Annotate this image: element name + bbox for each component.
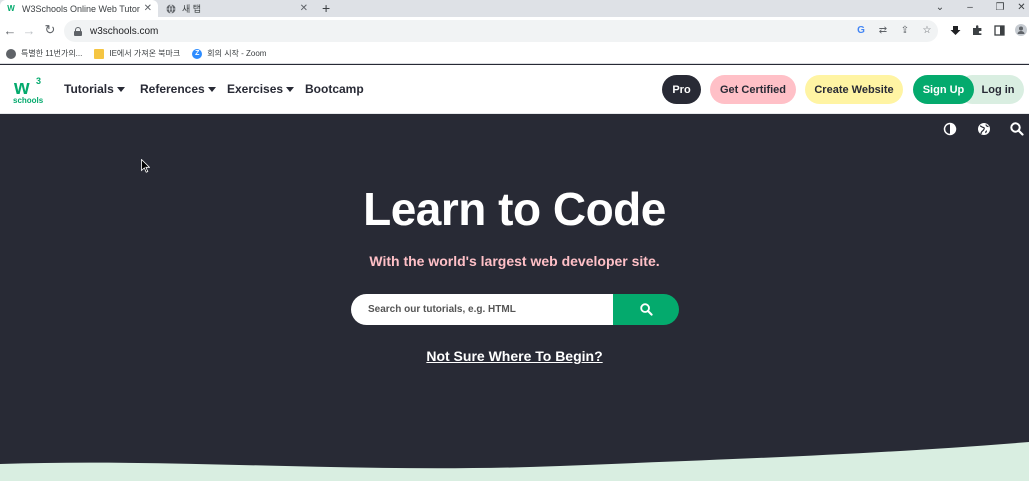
hero-title: Learn to Code bbox=[363, 183, 666, 235]
w3schools-favicon-icon: W bbox=[7, 4, 15, 13]
bookmark-item[interactable]: IE에서 가져온 북마크 bbox=[94, 48, 180, 59]
bookmark-item[interactable]: Z 회의 시작 - Zoom bbox=[192, 48, 266, 59]
search-input[interactable] bbox=[351, 294, 614, 325]
search-icon bbox=[639, 303, 653, 316]
tab-title: 새 탭 bbox=[182, 4, 202, 14]
create-website-button[interactable]: Create Website bbox=[805, 75, 903, 104]
translate-icon[interactable]: ⇄ bbox=[872, 20, 894, 40]
lock-icon bbox=[74, 26, 82, 36]
w3schools-logo[interactable]: w 3 schools bbox=[12, 73, 46, 107]
bookmark-label: 회의 시작 - Zoom bbox=[207, 49, 267, 58]
bookmark-item[interactable]: 특별한 11번가의... bbox=[6, 48, 82, 59]
minimize-button[interactable]: – bbox=[960, 0, 980, 17]
bookmarks-bar: 특별한 11번가의... IE에서 가져온 북마크 Z 회의 시작 - Zoom bbox=[0, 44, 1029, 64]
forward-arrow-icon[interactable]: → bbox=[20, 20, 38, 40]
caret-down-icon bbox=[286, 86, 295, 92]
hero-subtitle: With the world's largest web developer s… bbox=[369, 253, 660, 269]
address-bar[interactable]: w3schools.com bbox=[64, 20, 938, 42]
tutorial-search bbox=[351, 294, 679, 325]
share-icon[interactable]: ⇪ bbox=[894, 20, 916, 40]
nav-tutorials-label: Tutorials bbox=[64, 82, 114, 96]
close-tab-icon[interactable]: ✕ bbox=[300, 3, 308, 14]
restore-button[interactable]: ❐ bbox=[990, 0, 1010, 17]
mouse-cursor-icon bbox=[141, 159, 150, 173]
new-tab-button[interactable]: + bbox=[322, 0, 330, 17]
tab-w3schools[interactable]: W W3Schools Online Web Tutorial ✕ bbox=[0, 0, 158, 17]
not-sure-link-text: Not Sure Where To Begin? bbox=[426, 348, 603, 364]
nav-tutorials[interactable]: Tutorials bbox=[64, 82, 125, 96]
get-certified-button[interactable]: Get Certified bbox=[710, 75, 796, 104]
folder-icon bbox=[94, 48, 105, 59]
nav-exercises-label: Exercises bbox=[227, 82, 284, 96]
site-top-nav: w 3 schools Tutorials References Exercis… bbox=[0, 65, 1029, 114]
not-sure-where-to-begin-link[interactable]: Not Sure Where To Begin? bbox=[0, 348, 1029, 364]
tab-search-icon[interactable]: ⌄ bbox=[930, 0, 950, 17]
search-icon[interactable] bbox=[1010, 122, 1024, 136]
bookmark-label: 특별한 11번가의... bbox=[21, 49, 83, 58]
extensions-icon[interactable] bbox=[966, 20, 988, 40]
nav-references-label: References bbox=[140, 82, 205, 96]
close-tab-icon[interactable]: ✕ bbox=[144, 3, 152, 14]
url-text: w3schools.com bbox=[90, 25, 159, 37]
hero-section: Learn to Code With the world's largest w… bbox=[0, 114, 1029, 481]
hero-wave-divider bbox=[0, 442, 1029, 481]
pro-button[interactable]: Pro bbox=[662, 75, 701, 104]
browser-tab-strip: W W3Schools Online Web Tutorial ✕ 새 탭 ✕ … bbox=[0, 0, 1029, 17]
side-panel-icon[interactable] bbox=[988, 20, 1010, 40]
download-icon[interactable] bbox=[944, 20, 966, 40]
caret-down-icon bbox=[116, 86, 125, 92]
nav-bootcamp-label: Bootcamp bbox=[305, 82, 364, 96]
sign-up-button[interactable]: Sign Up bbox=[913, 75, 974, 104]
globe-icon bbox=[6, 48, 16, 59]
svg-text:schools: schools bbox=[13, 96, 44, 105]
browser-toolbar: ← → ↻ w3schools.com G ⇄ ⇪ ☆ ⋮ bbox=[0, 17, 1029, 44]
nav-exercises[interactable]: Exercises bbox=[227, 82, 295, 96]
back-arrow-icon[interactable]: ← bbox=[1, 20, 19, 40]
bookmark-label: IE에서 가져온 북마크 bbox=[109, 49, 181, 58]
svg-text:3: 3 bbox=[36, 76, 41, 86]
zoom-icon: Z bbox=[192, 48, 203, 59]
reload-icon[interactable]: ↻ bbox=[41, 20, 59, 40]
globe-icon bbox=[166, 3, 176, 14]
bookmark-star-icon[interactable]: ☆ bbox=[916, 20, 938, 40]
nav-bootcamp[interactable]: Bootcamp bbox=[305, 82, 364, 96]
search-button[interactable] bbox=[613, 294, 679, 325]
tab-title: W3Schools Online Web Tutorial bbox=[22, 3, 140, 14]
globe-icon[interactable] bbox=[977, 122, 991, 136]
google-icon[interactable]: G bbox=[850, 20, 872, 40]
nav-references[interactable]: References bbox=[140, 82, 216, 96]
tab-new[interactable]: 새 탭 ✕ bbox=[160, 0, 314, 17]
profile-avatar-icon[interactable] bbox=[1010, 20, 1029, 40]
caret-down-icon bbox=[207, 86, 216, 92]
close-window-button[interactable]: ✕ bbox=[1014, 0, 1029, 17]
dark-mode-toggle-icon[interactable] bbox=[943, 122, 957, 136]
